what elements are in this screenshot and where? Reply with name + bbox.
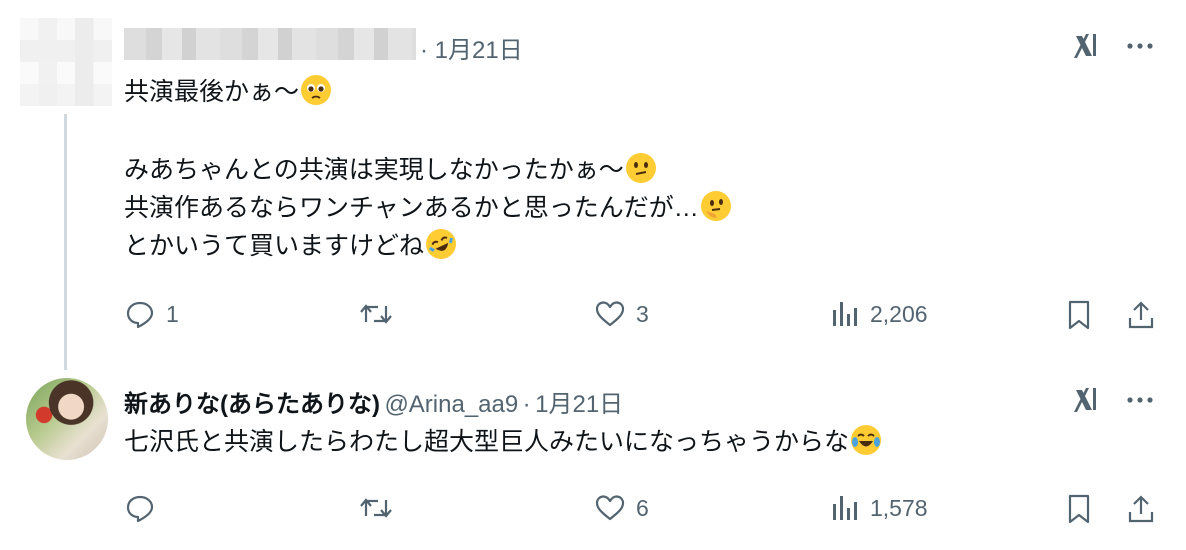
bookmark-button[interactable] — [1062, 492, 1096, 526]
more-options-icon[interactable] — [1122, 28, 1158, 64]
tweet-timestamp[interactable]: · 1月21日 — [420, 30, 523, 65]
tweet-text-line-3: 共演作あるならワンチャンあるかと思ったんだが… — [124, 190, 731, 227]
text-line: 七沢氏と共演したらわたし超大型巨人みたいになっちゃうからな — [124, 428, 850, 456]
retweet-button[interactable] — [358, 492, 404, 524]
text-line: 共演作あるならワンチャンあるかと思ったんだが… — [124, 194, 699, 222]
grok-icon[interactable] — [1068, 382, 1104, 418]
handle[interactable]: @Arina_aa9 — [384, 391, 518, 418]
face-with-tears-of-joy-icon — [851, 425, 882, 455]
separator-dot: · — [420, 37, 428, 64]
bookmark-icon — [1068, 494, 1090, 524]
reply-button[interactable] — [124, 492, 166, 524]
tweet-text-line-1: 共演最後かぁ〜 — [124, 74, 332, 111]
share-icon — [1128, 495, 1154, 523]
heart-icon — [595, 301, 625, 327]
bar-chart-icon — [833, 496, 857, 520]
like-button[interactable]: 3 — [594, 298, 649, 330]
bookmark-button[interactable] — [1062, 298, 1096, 332]
like-count: 3 — [636, 300, 649, 327]
bar-chart-icon — [833, 302, 857, 326]
reply-icon — [126, 495, 154, 523]
share-icon — [1128, 301, 1154, 329]
reply-button[interactable]: 1 — [124, 298, 179, 330]
grok-icon[interactable] — [1068, 28, 1104, 64]
text-line: みあちゃんとの共演は実現しなかったかぁ〜 — [124, 156, 624, 184]
retweet-icon — [360, 304, 392, 324]
thinking-face-icon — [700, 191, 731, 221]
share-button[interactable] — [1124, 492, 1158, 526]
bookmark-icon — [1068, 300, 1090, 330]
avatar-blurred[interactable] — [20, 18, 112, 106]
like-button[interactable]: 6 — [594, 492, 649, 524]
display-name[interactable]: 新ありな(あらたありな) — [124, 391, 380, 418]
more-options-icon[interactable] — [1122, 382, 1158, 418]
reply-icon — [126, 301, 154, 329]
tweet-date[interactable]: 1月21日 — [535, 391, 623, 418]
tweet-text-line-4: とかいうて買いますけどね — [124, 224, 461, 265]
view-count: 1,578 — [870, 494, 928, 521]
retweet-icon — [360, 498, 392, 518]
rolling-on-floor-laughing-icon — [421, 224, 461, 264]
display-name-blurred[interactable] — [124, 28, 416, 60]
tweet-date[interactable]: 1月21日 — [435, 37, 523, 64]
views-button[interactable]: 2,206 — [830, 298, 928, 330]
view-count: 2,206 — [870, 300, 928, 327]
text-line: とかいうて買いますけどね — [124, 232, 425, 260]
pleading-face-icon — [301, 75, 332, 105]
views-button[interactable]: 1,578 — [830, 492, 928, 524]
avatar[interactable] — [26, 378, 108, 460]
text-line: 共演最後かぁ〜 — [124, 78, 300, 106]
tweet-text: 七沢氏と共演したらわたし超大型巨人みたいになっちゃうからな — [124, 424, 882, 461]
separator-dot: · — [522, 391, 531, 418]
like-count: 6 — [636, 494, 649, 521]
share-button[interactable] — [1124, 298, 1158, 332]
heart-icon — [595, 495, 625, 521]
thread-connector-line — [64, 114, 67, 370]
reply-count: 1 — [166, 300, 179, 327]
face-with-diagonal-mouth-icon — [625, 153, 656, 183]
retweet-button[interactable] — [358, 298, 404, 330]
tweet-text-line-2: みあちゃんとの共演は実現しなかったかぁ〜 — [124, 152, 656, 189]
tweet-header: 新ありな(あらたありな) @Arina_aa9 · 1月21日 — [124, 384, 623, 419]
